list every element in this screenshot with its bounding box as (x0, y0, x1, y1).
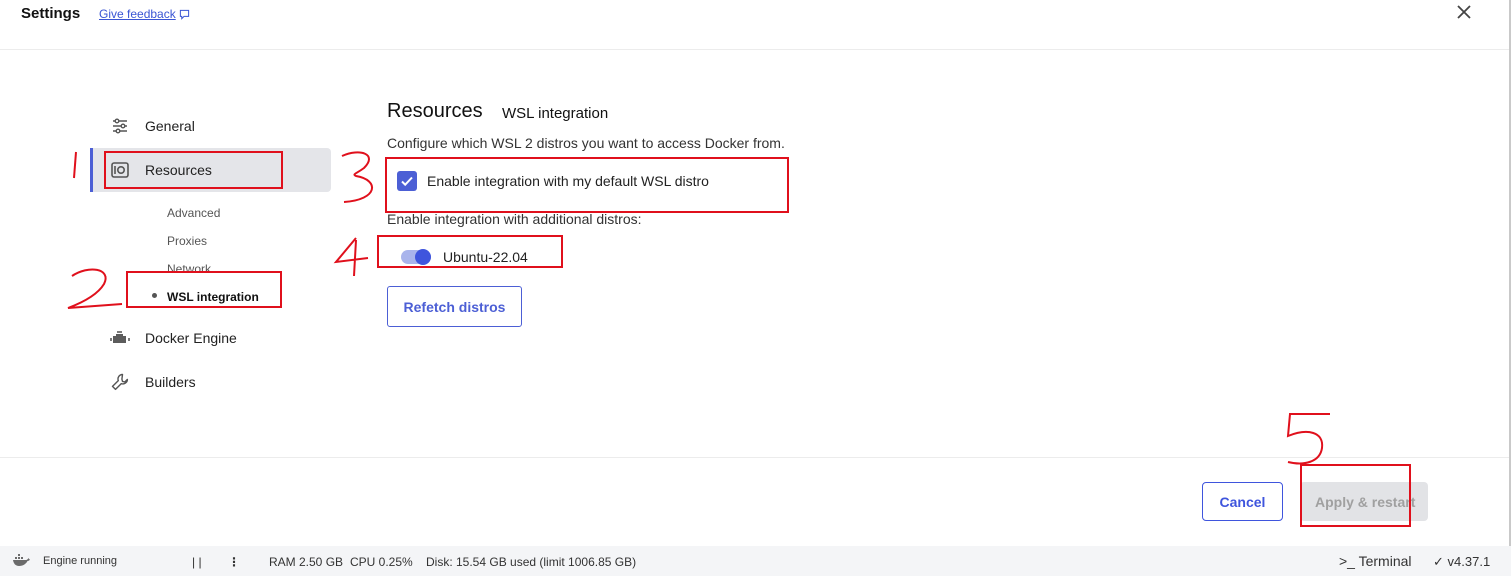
annotation-number-3 (341, 151, 374, 203)
annotation-number-2 (67, 268, 123, 309)
annotation-numbers (67, 151, 1330, 465)
settings-window: Settings Give feedback General Resources… (0, 0, 1511, 576)
annotation-number-1 (73, 151, 77, 179)
annotation-number-5 (1286, 413, 1330, 465)
annotation-number-4 (333, 237, 369, 277)
